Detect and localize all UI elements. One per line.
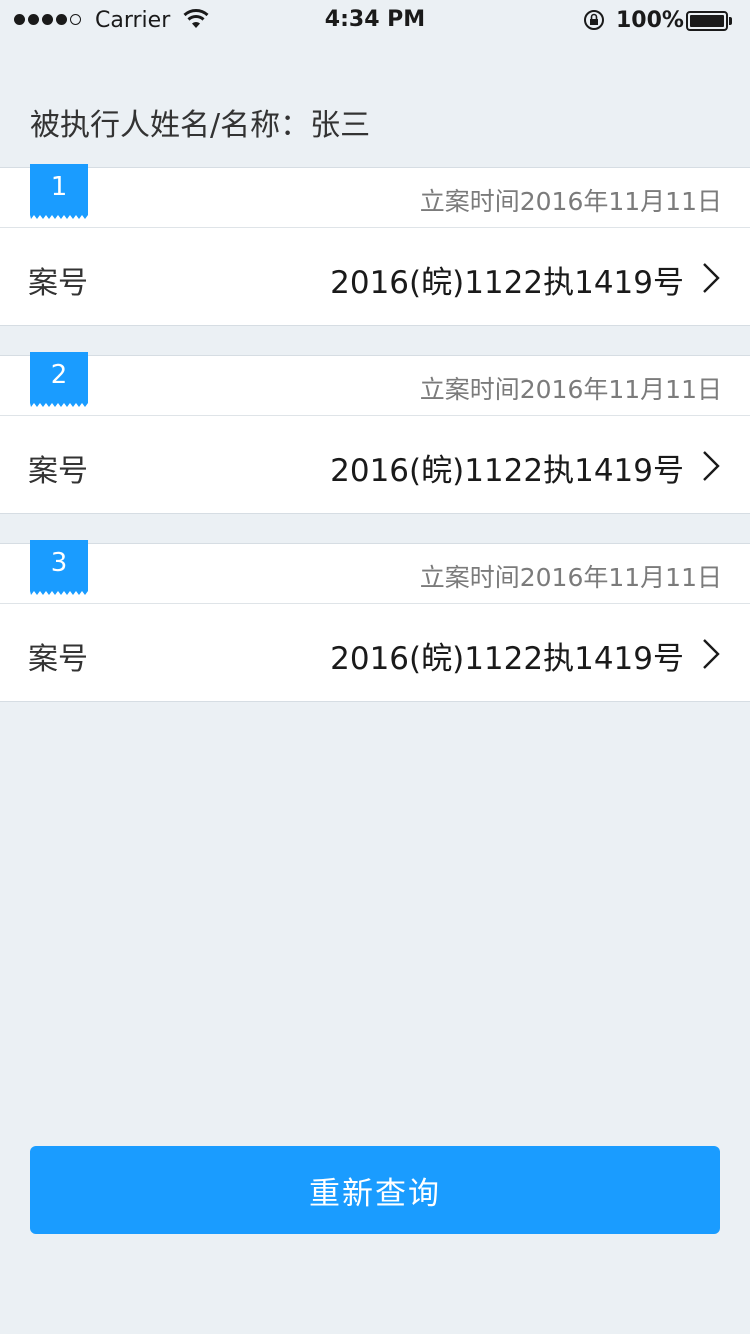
- filed-date: 立案时间2016年11月11日: [419, 375, 722, 404]
- case-index: 1: [50, 172, 68, 202]
- battery-icon: [686, 11, 732, 31]
- case-index: 2: [50, 360, 68, 390]
- filed-date: 立案时间2016年11月11日: [419, 187, 722, 216]
- battery-percentage: 100%: [616, 8, 684, 33]
- badge-edge-decoration: [30, 213, 88, 219]
- debtor-name-label: 被执行人姓名/名称：张三: [30, 108, 371, 143]
- case-number: 2016(皖)1122执1419号: [330, 265, 684, 301]
- case-row[interactable]: 案号 2016(皖)1122执1419号: [0, 228, 750, 326]
- rotation-lock-icon: [584, 10, 604, 30]
- case-number-label: 案号: [28, 266, 88, 301]
- case-index-badge: 2: [30, 352, 88, 407]
- filed-date: 立案时间2016年11月11日: [419, 563, 722, 592]
- badge-edge-decoration: [30, 589, 88, 595]
- case-number-label: 案号: [28, 454, 88, 489]
- status-bar: Carrier 4:34 PM 100%: [0, 0, 750, 40]
- chevron-right-icon: [703, 451, 720, 481]
- requery-button[interactable]: 重新查询: [30, 1146, 720, 1234]
- case-index: 3: [50, 548, 68, 578]
- case-card-header: 2 立案时间2016年11月11日: [0, 352, 750, 416]
- case-number: 2016(皖)1122执1419号: [330, 453, 684, 489]
- case-card[interactable]: 1 立案时间2016年11月11日 案号 2016(皖)1122执1419号: [0, 164, 750, 326]
- chevron-right-icon: [703, 639, 720, 669]
- case-index-badge: 3: [30, 540, 88, 595]
- case-row[interactable]: 案号 2016(皖)1122执1419号: [0, 416, 750, 514]
- case-number: 2016(皖)1122执1419号: [330, 641, 684, 677]
- case-card-header: 1 立案时间2016年11月11日: [0, 164, 750, 228]
- chevron-right-icon: [703, 263, 720, 293]
- case-card-header: 3 立案时间2016年11月11日: [0, 540, 750, 604]
- case-card[interactable]: 3 立案时间2016年11月11日 案号 2016(皖)1122执1419号: [0, 540, 750, 702]
- badge-edge-decoration: [30, 401, 88, 407]
- case-card[interactable]: 2 立案时间2016年11月11日 案号 2016(皖)1122执1419号: [0, 352, 750, 514]
- case-index-badge: 1: [30, 164, 88, 219]
- case-number-label: 案号: [28, 642, 88, 677]
- case-row[interactable]: 案号 2016(皖)1122执1419号: [0, 604, 750, 702]
